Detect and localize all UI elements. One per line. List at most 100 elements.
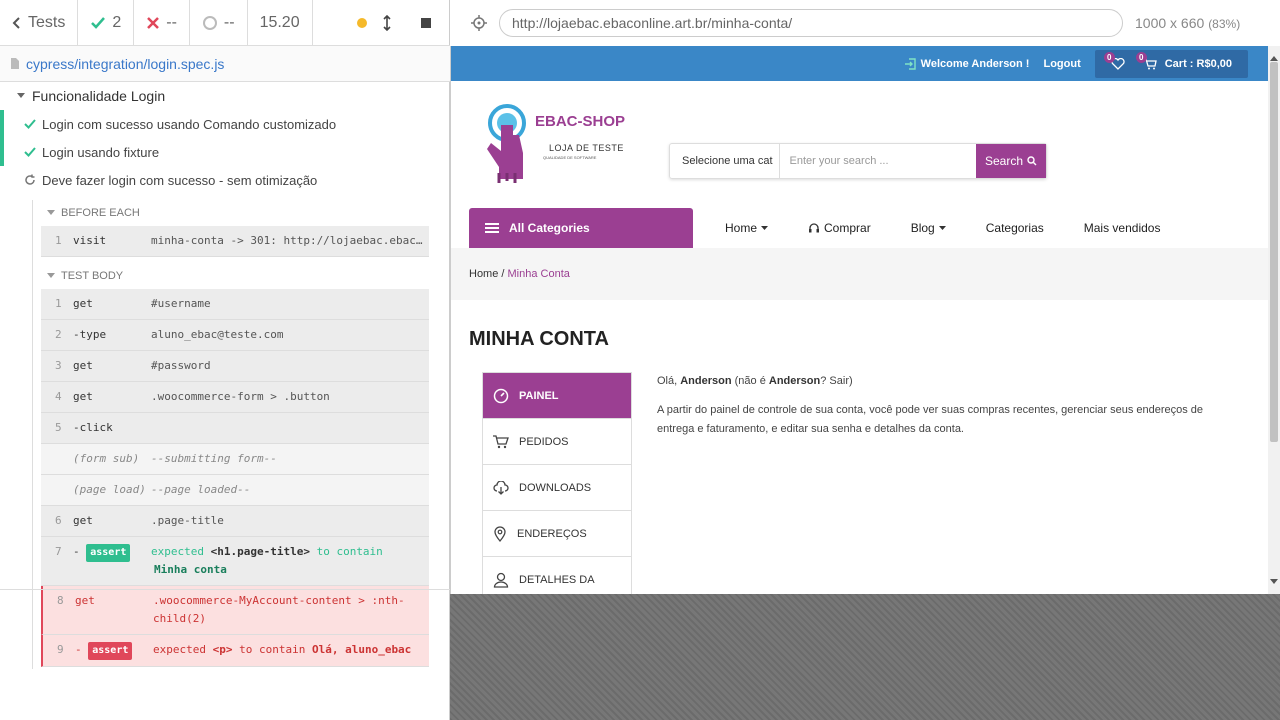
menu-blog[interactable]: Blog xyxy=(891,208,966,248)
chevron-left-icon xyxy=(12,16,22,30)
hook-label: BEFORE EACH xyxy=(61,207,140,219)
breadcrumb: Home / Minha Conta xyxy=(451,248,1280,300)
command-row[interactable]: 5 -click xyxy=(41,413,429,444)
hook-before-each[interactable]: BEFORE EACH xyxy=(33,200,430,226)
command-name: visit xyxy=(73,234,107,247)
account-content: Olá, Anderson (não é Anderson? Sair) A p… xyxy=(657,372,1217,449)
scrollbar[interactable] xyxy=(1268,46,1280,594)
scrollbar-thumb[interactable] xyxy=(1270,62,1278,442)
toggle-scroll-icon[interactable] xyxy=(382,14,392,31)
breadcrumb-home[interactable]: Home xyxy=(469,268,498,280)
failed-count: -- xyxy=(134,0,190,46)
command-row-failed[interactable]: 8 get .woocommerce-MyAccount-content > :nt… xyxy=(41,586,429,635)
assert-row-passed[interactable]: 7 - assert expected <h1.page-title> to c… xyxy=(41,537,429,586)
dashboard-icon xyxy=(493,388,509,404)
command-name: - assert xyxy=(73,543,151,562)
suite-title-text: Funcionalidade Login xyxy=(32,88,166,104)
tests-label: Tests xyxy=(28,13,66,31)
command-message: --page loaded-- xyxy=(151,483,251,496)
command-message: expected <p> to contain Olá, aluno_ebac xyxy=(153,641,423,659)
account-nav-detalhes[interactable]: DETALHES DA xyxy=(483,557,631,594)
tests-button[interactable]: Tests xyxy=(0,0,79,46)
command-name: - assert xyxy=(75,641,153,660)
cart-icon xyxy=(493,434,509,449)
check-icon xyxy=(24,119,36,129)
wishlist-count-badge: 0 xyxy=(1103,51,1115,63)
event-row[interactable]: (page load) --page loaded-- xyxy=(41,475,429,506)
menu-home[interactable]: Home xyxy=(705,208,788,248)
assert-expected: expected xyxy=(153,643,206,656)
menu-label: Home xyxy=(725,221,758,235)
user-icon xyxy=(493,572,509,588)
cart-button[interactable]: 0 0 Cart : R$0,00 xyxy=(1094,49,1248,78)
assert-element: <p> xyxy=(212,643,233,656)
command-message: minha-conta -> 301: http://lojaebac.ebac… xyxy=(151,234,423,247)
command-row[interactable]: 1 visit minha-conta -> 301: http://lojae… xyxy=(41,226,429,257)
assert-value: Olá, aluno_ebac xyxy=(311,643,412,656)
account-nav-downloads[interactable]: DOWNLOADS xyxy=(483,465,631,511)
menu-categorias[interactable]: Categorias xyxy=(966,208,1064,248)
account-nav-label: PEDIDOS xyxy=(519,435,569,448)
suite-title[interactable]: Funcionalidade Login xyxy=(0,82,450,110)
command-row[interactable]: 6 get .page-title xyxy=(41,506,429,537)
account-nav-painel[interactable]: PAINEL xyxy=(483,373,631,419)
url-text: http://lojaebac.ebaconline.art.br/minha-… xyxy=(512,15,793,31)
file-icon xyxy=(10,57,20,70)
cart-icon: 0 xyxy=(1135,51,1157,70)
command-name: get xyxy=(73,514,93,527)
crosshair-icon[interactable] xyxy=(471,15,487,31)
event-row[interactable]: (form sub) --submitting form-- xyxy=(41,444,429,475)
command-message: .woocommerce-MyAccount-content > :nth-ch… xyxy=(153,594,405,625)
test-tree: Funcionalidade Login Login com sucesso u… xyxy=(0,82,450,669)
logo[interactable]: EBAC-SHOP LOJA DE TESTE QUALIDADE DE SOF… xyxy=(483,103,633,193)
pending-value: -- xyxy=(223,13,235,31)
test-title: Login com sucesso usando Comando customi… xyxy=(42,116,337,132)
test-row[interactable]: Login com sucesso usando Comando customi… xyxy=(0,110,450,138)
search-input[interactable]: Enter your search ... xyxy=(780,155,977,167)
greeting: Olá, Anderson (não é Anderson? Sair) xyxy=(657,372,1217,391)
failed-value: -- xyxy=(166,13,177,31)
hook-test-body[interactable]: TEST BODY xyxy=(33,263,430,289)
menu-mais-vendidos[interactable]: Mais vendidos xyxy=(1064,208,1181,248)
greeting-logout-link[interactable]: Sair xyxy=(829,375,849,387)
assert-to-contain: to contain xyxy=(239,643,306,656)
menu-label: Comprar xyxy=(824,221,871,235)
category-select[interactable]: Selecione uma cat xyxy=(670,144,780,178)
test-row[interactable]: Login usando fixture xyxy=(0,138,450,166)
greeting-end: ) xyxy=(848,375,853,387)
command-number: 4 xyxy=(55,390,62,403)
welcome-link[interactable]: Welcome Anderson ! xyxy=(904,58,1029,70)
logout-link[interactable]: Logout xyxy=(1043,58,1080,70)
greeting-name: Anderson xyxy=(680,375,732,387)
command-number: 8 xyxy=(57,594,64,607)
all-categories-button[interactable]: All Categories xyxy=(469,208,693,248)
scroll-down-icon[interactable] xyxy=(1270,572,1278,590)
command-row[interactable]: 3 get #password xyxy=(41,351,429,382)
spec-path-link[interactable]: cypress/integration/login.spec.js xyxy=(26,56,224,72)
command-name: get xyxy=(73,390,93,403)
all-categories-label: All Categories xyxy=(509,221,590,235)
account-nav-pedidos[interactable]: PEDIDOS xyxy=(483,419,631,465)
menu: Home Comprar Blog Categorias Mais vendid… xyxy=(693,208,1180,248)
search-button[interactable]: Search xyxy=(976,144,1046,178)
search-icon xyxy=(1027,156,1037,166)
aut-header: http://lojaebac.ebaconline.art.br/minha-… xyxy=(451,0,1280,46)
test-row-running[interactable]: Deve fazer login com sucesso - sem otimi… xyxy=(0,166,450,194)
assert-row-failed[interactable]: 9 - assert expected <p> to contain Olá, … xyxy=(41,635,429,667)
account-nav-enderecos[interactable]: ENDEREÇOS xyxy=(483,511,631,557)
command-number: 1 xyxy=(55,297,62,310)
caret-down-icon xyxy=(761,225,769,231)
wishlist-icon[interactable]: 0 xyxy=(1103,51,1125,70)
command-message: aluno_ebac@teste.com xyxy=(151,328,284,341)
command-message: expected <h1.page-title> to contain Minha… xyxy=(151,543,423,579)
command-message: .woocommerce-form > .button xyxy=(151,390,330,403)
command-message: #username xyxy=(151,297,211,310)
command-row[interactable]: 1 get #username xyxy=(41,289,429,320)
menu-comprar[interactable]: Comprar xyxy=(788,208,891,248)
command-row[interactable]: 2 -type aluno_ebac@teste.com xyxy=(41,320,429,351)
command-row[interactable]: 4 get .woocommerce-form > .button xyxy=(41,382,429,413)
url-field[interactable]: http://lojaebac.ebaconline.art.br/minha-… xyxy=(499,9,1123,37)
cart-label: Cart : R$0,00 xyxy=(1164,57,1232,70)
greeting-prefix: Olá, xyxy=(657,375,681,387)
stop-icon[interactable] xyxy=(420,17,432,29)
